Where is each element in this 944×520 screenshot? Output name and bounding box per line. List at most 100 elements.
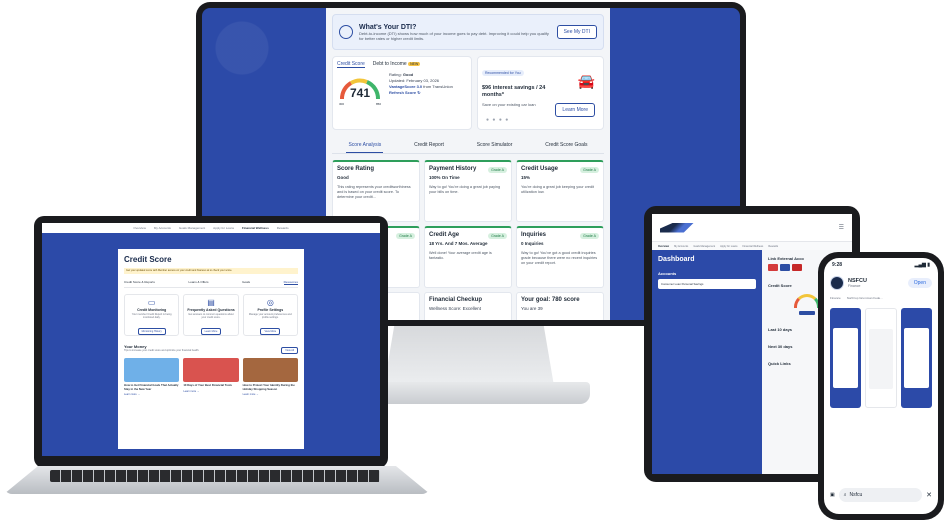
tab-score-simulator[interactable]: Score Simulator [475, 138, 515, 153]
article-card[interactable]: How to Protect Your Identity During the … [242, 358, 298, 396]
app-screenshots[interactable] [824, 302, 938, 408]
phone-screen: 9:28 ▂▄▆ ▮ NSFCU Finance Open Finance No… [824, 258, 938, 514]
score-tabs: Score Analysis Credit Report Score Simul… [332, 138, 604, 154]
meta-developer: Northrop Grumman Fede... [846, 296, 883, 300]
article-image [124, 358, 180, 382]
view-all-button[interactable]: View All [281, 347, 298, 354]
bank-logo [780, 264, 790, 271]
meta-category: Finance [830, 296, 841, 300]
page-title: Credit Score [124, 255, 172, 264]
financial-checkup-card[interactable]: Financial Checkup Wellness Score: Excell… [424, 292, 512, 320]
credit-score-value: 741 [349, 86, 371, 100]
factor-tile[interactable]: Payment History Grade A 100% On Time Way… [424, 160, 512, 222]
factor-tile[interactable]: Credit Age Grade A 18 Yrs. And 7 Mos. Av… [424, 226, 512, 288]
factor-description: Well done! Your average credit age is fa… [429, 251, 492, 260]
view-more-button[interactable]: View More [260, 328, 281, 335]
refresh-icon: ↻ [417, 90, 421, 95]
tablet-nav: Overview My Accounts Goals Management Ap… [652, 242, 852, 250]
article-link[interactable]: Learn more → [243, 393, 298, 396]
app-screenshot [830, 308, 862, 408]
card-description: Get answers to common questions about yo… [188, 313, 234, 319]
today-icon[interactable]: ▣ [830, 492, 835, 498]
factor-value: 100% On Time [429, 175, 460, 180]
nav-my-accounts[interactable]: My Accounts [674, 245, 688, 248]
tab-credit-report[interactable]: Credit Report [412, 138, 446, 153]
app-meta: Finance Northrop Grumman Fede... [824, 294, 938, 302]
nav-rewards[interactable]: Rewards [277, 226, 289, 230]
dti-banner: What's Your DTI? Debt-to-income (DTI) sh… [332, 14, 604, 50]
card-title: Frequently Asked Questions [187, 308, 235, 312]
bank-logo [768, 264, 778, 271]
tab-credit-score-goals[interactable]: Credit Score Goals [543, 138, 589, 153]
app-screenshot [865, 308, 897, 408]
search-icon: ⌕ [843, 492, 847, 498]
credit-gauge-icon [794, 294, 820, 308]
card-description: Manage your account preferences and prof… [248, 313, 292, 319]
grade-badge: Grade A [580, 167, 599, 173]
app-icon [830, 276, 844, 290]
articles-list: How to Get Financial Goals That Actually… [124, 358, 298, 396]
nav-apply[interactable]: Apply for Loans [720, 245, 737, 248]
tab-goals[interactable]: Goals [242, 280, 250, 285]
account-row[interactable]: Consumer Loan Personal Savings [658, 279, 756, 289]
factor-description: You're doing a great job keeping your cr… [521, 185, 594, 194]
carousel-dots[interactable]: ● ● ● ● [486, 117, 509, 123]
nav-rewards[interactable]: Rewards [768, 245, 778, 248]
tab-resources[interactable]: Resources [283, 280, 298, 285]
tab-credit-reports[interactable]: Credit Score & Reports [124, 280, 155, 285]
nav-apply[interactable]: Apply for Loans [213, 226, 234, 230]
factor-description: This rating represents your creditworthi… [337, 185, 411, 199]
grade-badge: Grade A [488, 167, 507, 173]
globe-icon: ◎ [266, 298, 274, 307]
tab-debt-to-income[interactable]: Debt to Income NEW [373, 61, 421, 68]
credit-score-card: Credit Score Debt to Income NEW 741 300 … [332, 56, 472, 130]
article-link[interactable]: Learn more → [124, 393, 179, 396]
article-card[interactable]: How to Get Financial Goals That Actually… [124, 358, 180, 396]
article-card[interactable]: 10 Days of Your Best Financial Tools Lea… [183, 358, 239, 396]
vantagescore-link[interactable]: VantageScore 3.0 [389, 84, 422, 89]
card-title: Profile Settings [257, 308, 284, 312]
dti-gauge-icon [339, 25, 353, 39]
nav-overview[interactable]: Overview [133, 226, 146, 230]
device-mockup-stage: What's Your DTI? Debt-to-income (DTI) sh… [0, 0, 944, 520]
nav-goals[interactable]: Goals Management [693, 245, 715, 248]
nav-financial-wellness[interactable]: Financial Wellness [743, 245, 764, 248]
factor-tile[interactable]: Inquiries Grade A 0 Inquiries Way to go!… [516, 226, 604, 288]
laptop-keyboard [50, 470, 380, 482]
credit-monitoring-card: ▭ Credit Monitoring Your member Credit R… [124, 294, 180, 336]
factor-description: Way to go! You're doing a great job payi… [429, 185, 501, 194]
goal-card[interactable]: Your goal: 780 score You are 39 [516, 292, 604, 320]
refresh-score-link[interactable]: Refresh Score ↻ [389, 90, 453, 96]
dashboard-title: Dashboard [658, 256, 695, 263]
factor-tile[interactable]: Credit Usage Grade A 15% You're doing a … [516, 160, 604, 222]
tab-score-analysis[interactable]: Score Analysis [346, 138, 384, 153]
gauge-max: 850 [375, 102, 381, 106]
view-score-button[interactable] [799, 311, 815, 315]
app-screenshot [900, 308, 932, 408]
nav-overview[interactable]: Overview [658, 245, 669, 248]
monitoring-history-button[interactable]: Monitoring History [137, 328, 166, 335]
tab-loans-offers[interactable]: Loans & Offers [189, 280, 209, 285]
nav-financial-wellness[interactable]: Financial Wellness [242, 226, 269, 230]
laptop-screen: Overview My Accounts Goals Management Ap… [42, 223, 380, 456]
menu-icon[interactable]: ☰ [839, 224, 844, 231]
tab-credit-score[interactable]: Credit Score [337, 61, 365, 68]
learn-more-button[interactable]: Learn More [200, 328, 222, 335]
open-button[interactable]: Open [907, 278, 932, 288]
article-link[interactable]: Learn more → [183, 390, 238, 393]
article-image [183, 358, 239, 382]
accounts-heading: Accounts [658, 271, 677, 276]
see-my-dti-button[interactable]: See My DTI [556, 25, 597, 39]
search-input[interactable]: ⌕ Nsfcu [838, 488, 923, 502]
nav-goals[interactable]: Goals Management [179, 226, 205, 230]
learn-more-button[interactable]: Learn More [555, 103, 595, 117]
close-icon[interactable]: ✕ [926, 491, 932, 499]
profile-settings-card: ◎ Profile Settings Manage your account p… [242, 294, 298, 336]
app-category: Finance [848, 284, 861, 288]
phone: 9:28 ▂▄▆ ▮ NSFCU Finance Open Finance No… [818, 252, 944, 520]
status-time: 9:28 [832, 262, 843, 268]
factor-tile[interactable]: Score Rating Good This rating represents… [332, 160, 420, 222]
chat-icon: ▤ [207, 298, 215, 307]
nav-my-accounts[interactable]: My Accounts [154, 226, 171, 230]
signal-icon: ▂▄▆ ▮ [914, 262, 930, 268]
